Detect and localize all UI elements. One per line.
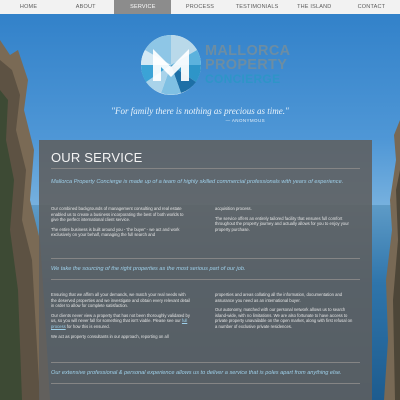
paragraph: The entire business is built around you …: [51, 226, 180, 238]
paragraph: The service offers an entirely tailored …: [215, 215, 349, 232]
logo-emblem-icon: [140, 34, 202, 95]
tagline-author: — ANONYMOUS: [225, 118, 265, 123]
text-column-1: Our combined backgrounds of management c…: [51, 206, 191, 242]
paragraph: Ensuring that we affirm all your demands…: [51, 292, 191, 309]
text-column-2: acquisition process. The service offers …: [215, 206, 355, 236]
lead-sourcing: We take the sourcing of the right proper…: [51, 266, 246, 272]
tagline-quote: "For family there is nothing as precious…: [111, 106, 289, 116]
lead-intro: Mallorca Property Concierge is made up o…: [51, 179, 344, 185]
nav-about[interactable]: ABOUT: [57, 0, 114, 14]
site-logo[interactable]: MALLORCA PROPERTY CONCIERGE: [139, 33, 290, 97]
logo-line-3: CONCIERGE: [205, 72, 281, 86]
nav-home[interactable]: HOME: [0, 0, 57, 14]
paragraph: Our autonomy, matched with our personal …: [215, 307, 353, 329]
logo-line-2: PROPERTY: [205, 57, 288, 73]
paragraph: Our combined backgrounds of management c…: [51, 206, 184, 223]
nav-service[interactable]: SERVICE: [114, 0, 172, 14]
nav-contact[interactable]: CONTACT: [343, 0, 400, 14]
paragraph: properties and areas collating all the i…: [215, 292, 343, 303]
logo-line-1: MALLORCA: [205, 43, 291, 59]
section-divider: [51, 383, 360, 384]
section-divider: [51, 258, 360, 259]
service-panel: OUR SERVICE Mallorca Property Concierge …: [39, 140, 372, 400]
section-divider: [51, 362, 360, 363]
text-column-4: properties and areas collating all the i…: [215, 292, 355, 334]
paragraph-text: Our clients never view a property that h…: [51, 312, 190, 324]
paragraph: acquisition process.: [215, 206, 252, 211]
lead-experience: Our extensive professional & personal ex…: [51, 370, 342, 376]
text-column-3: Ensuring that we affirm all your demands…: [51, 292, 191, 343]
top-nav: HOME ABOUT SERVICE PROCESS TESTIMONIALS …: [0, 0, 400, 14]
nav-process[interactable]: PROCESS: [171, 0, 228, 14]
section-divider: [51, 279, 360, 280]
logo-wordmark: MALLORCA PROPERTY CONCIERGE: [205, 44, 290, 86]
paragraph: We act as property consultants in our ap…: [51, 333, 169, 339]
paragraph: Our clients never view a property that h…: [51, 313, 191, 330]
page-title: OUR SERVICE: [51, 150, 143, 165]
paragraph-text: for how this is ensured.: [65, 323, 110, 329]
nav-the-island[interactable]: THE ISLAND: [286, 0, 343, 14]
nav-testimonials[interactable]: TESTIMONIALS: [229, 0, 286, 14]
title-divider: [51, 168, 360, 169]
